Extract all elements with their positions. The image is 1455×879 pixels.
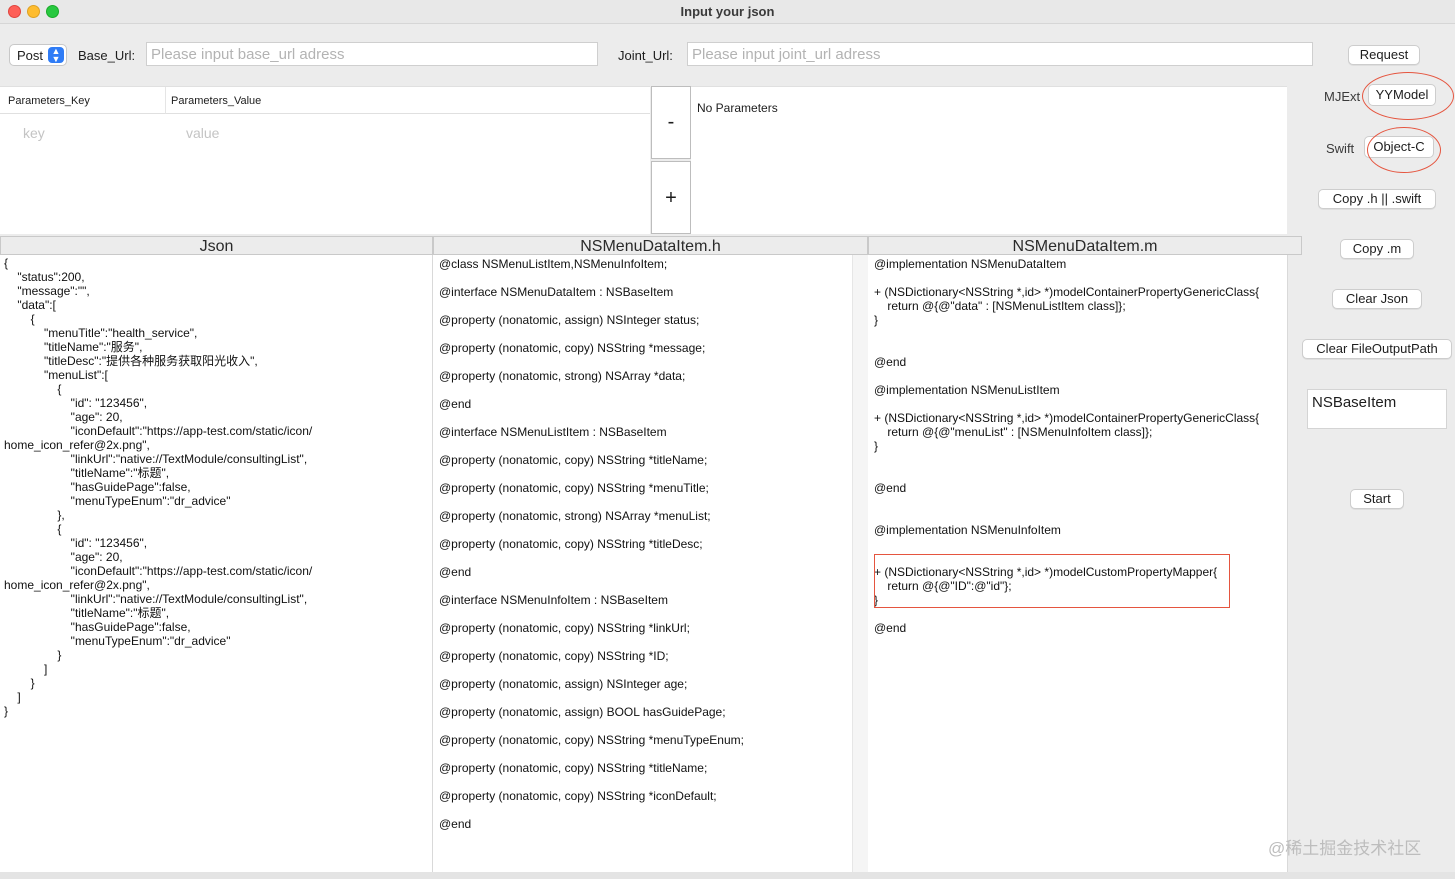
joint-url-label: Joint_Url: [618, 48, 673, 63]
clear-output-path-button[interactable]: Clear FileOutputPath [1302, 339, 1452, 359]
copy-h-button[interactable]: Copy .h || .swift [1318, 189, 1436, 209]
header-code-line: @end [439, 817, 472, 831]
watermark: @稀土掘金技术社区 [1268, 839, 1422, 858]
header-code-line: @property (nonatomic, copy) NSString *ic… [439, 789, 717, 803]
method-value: Post [17, 48, 44, 63]
start-button[interactable]: Start [1350, 489, 1404, 509]
main-window: Input your json Post ▲▼ Base_Url: Joint_… [0, 0, 1455, 879]
copy-m-button[interactable]: Copy .m [1340, 239, 1414, 259]
base-url-input[interactable] [146, 42, 598, 66]
remove-parameter-button[interactable]: - [651, 86, 691, 159]
header-code-line: @end [439, 565, 472, 579]
header-code-line: @property (nonatomic, assign) NSInteger … [439, 677, 688, 691]
header-code-line: @property (nonatomic, copy) NSString *li… [439, 621, 690, 635]
header-code-line: @property (nonatomic, strong) NSArray *m… [439, 509, 711, 523]
header-code-line: @interface NSMenuListItem : NSBaseItem [439, 425, 667, 439]
header-code-line: @property (nonatomic, assign) BOOL hasGu… [439, 705, 726, 719]
json-text: { "status":200, "message":"", "data":[ {… [4, 256, 313, 718]
bottom-bar [0, 872, 1455, 879]
request-button[interactable]: Request [1348, 45, 1420, 65]
add-parameter-button[interactable]: + [651, 161, 691, 234]
implementation-code-block: @end [874, 355, 907, 369]
highlight-box-property-mapper [874, 554, 1230, 608]
header-code-line: @property (nonatomic, copy) NSString *ti… [439, 453, 708, 467]
implementation-code-block: @implementation NSMenuListItem [874, 383, 1060, 397]
implementation-code-block: @implementation NSMenuInfoItem [874, 523, 1061, 537]
parameters-key-header: Parameters_Key [0, 87, 166, 114]
title-bar: Input your json [0, 0, 1455, 24]
clear-json-button[interactable]: Clear Json [1332, 289, 1422, 309]
header-code-line: @property (nonatomic, copy) NSString *ti… [439, 761, 708, 775]
m-column-header: NSMenuDataItem.m [868, 236, 1302, 255]
implementation-code-block: @end [874, 621, 907, 635]
header-code-line: @property (nonatomic, copy) NSString *me… [439, 733, 744, 747]
highlight-ellipse-objc [1367, 127, 1441, 173]
header-code-line: @interface NSMenuInfoItem : NSBaseItem [439, 593, 668, 607]
parameters-preview: No Parameters [691, 86, 1287, 234]
mjextension-option[interactable]: MJExt [1324, 89, 1360, 104]
updown-arrows-icon: ▲ ▼ [48, 47, 64, 64]
implementation-code-block: @end [874, 481, 907, 495]
key-input[interactable]: key [23, 125, 45, 141]
header-file-view[interactable]: @class NSMenuListItem,NSMenuInfoItem; @in… [433, 255, 853, 872]
header-code-line: @property (nonatomic, strong) NSArray *d… [439, 369, 686, 383]
parameters-value-header: Parameters_Value [166, 87, 650, 114]
header-code-line: @property (nonatomic, copy) NSString *ti… [439, 537, 703, 551]
json-column-header: Json [0, 236, 433, 255]
header-code-line: @interface NSMenuDataItem : NSBaseItem [439, 285, 674, 299]
joint-url-input[interactable] [687, 42, 1313, 66]
header-code-line: @property (nonatomic, copy) NSString *me… [439, 341, 706, 355]
header-code-line: @property (nonatomic, copy) NSString *ID… [439, 649, 669, 663]
header-code-line: @class NSMenuListItem,NSMenuInfoItem; [439, 257, 668, 271]
h-column-header: NSMenuDataItem.h [433, 236, 868, 255]
implementation-code-block: + (NSDictionary<NSString *,id> *)modelCo… [874, 285, 1260, 327]
header-code-line: @property (nonatomic, assign) NSInteger … [439, 313, 700, 327]
base-item-field[interactable]: NSBaseItem [1307, 389, 1447, 429]
highlight-ellipse-yymodel [1362, 72, 1454, 120]
header-scrollbar[interactable] [852, 255, 868, 872]
implementation-code-block: @implementation NSMenuDataItem [874, 257, 1067, 271]
parameters-table: Parameters_Key Parameters_Value key valu… [0, 86, 650, 234]
base-url-label: Base_Url: [78, 48, 136, 63]
header-code-line: @end [439, 397, 472, 411]
json-editor[interactable]: { "status":200, "message":"", "data":[ {… [0, 255, 433, 872]
implementation-code-block: + (NSDictionary<NSString *,id> *)modelCo… [874, 411, 1260, 453]
method-popup[interactable]: Post ▲ ▼ [9, 44, 67, 66]
window-title: Input your json [680, 4, 775, 19]
swift-option[interactable]: Swift [1326, 141, 1354, 156]
header-code-line: @property (nonatomic, copy) NSString *me… [439, 481, 709, 495]
value-input[interactable]: value [186, 125, 219, 141]
